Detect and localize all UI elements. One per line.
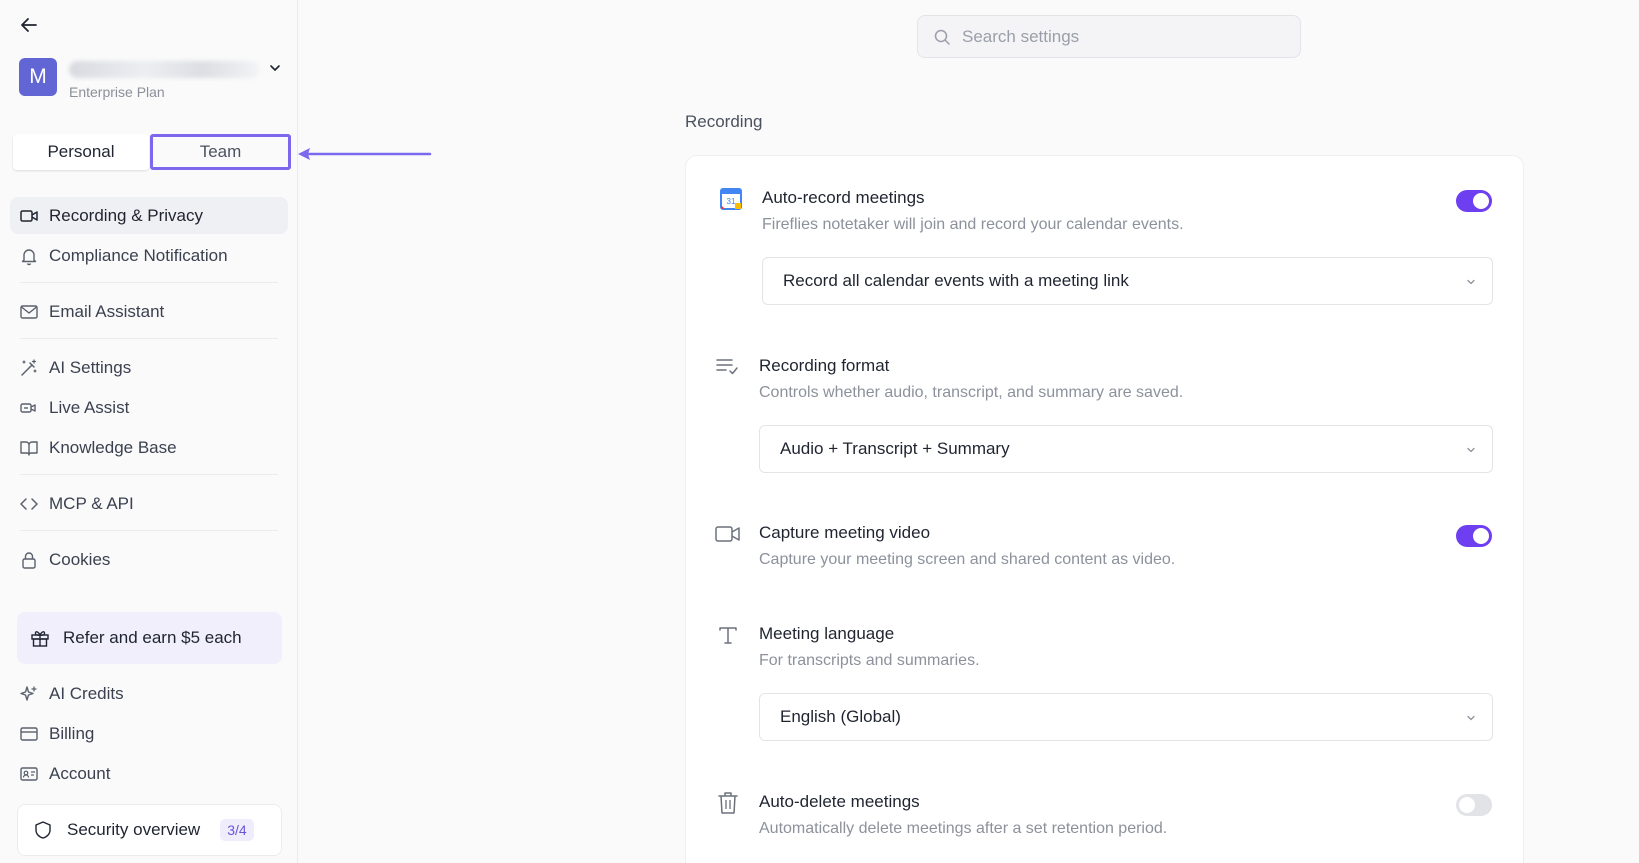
setting-desc: Capture your meeting screen and shared c… [759,551,1176,568]
nav-label: Billing [49,723,95,743]
sparkle-icon [19,684,39,704]
nav-label: Account [49,763,111,783]
id-card-icon [19,764,39,784]
back-button[interactable] [18,14,40,36]
nav-item-live-assist[interactable]: Live Assist [10,389,288,426]
sidebar: M Enterprise Plan Personal Team Recordin… [0,0,298,863]
live-assist-icon [19,398,39,418]
chevron-down-icon [1467,279,1475,285]
mode-personal-tab[interactable]: Personal [13,134,149,170]
nav-item-compliance[interactable]: Compliance Notification [10,237,288,274]
divider [20,282,278,283]
recording-format-select[interactable]: Audio + Transcript + Summary [759,425,1493,473]
arrow-left-icon [21,18,37,32]
nav-item-ai-settings[interactable]: AI Settings [10,349,288,386]
calendar-icon: 31 [718,186,744,212]
nav-item-email-assistant[interactable]: Email Assistant [10,293,288,330]
book-icon [19,438,39,458]
refer-label: Refer and earn $5 each [63,628,242,647]
setting-title: Auto-record meetings [762,188,925,207]
avatar: M [19,58,57,96]
divider [20,338,278,339]
nav-label: Knowledge Base [49,437,177,457]
nav-label: Live Assist [49,397,130,417]
nav-label: Recording & Privacy [49,205,204,225]
divider [20,474,278,475]
magic-wand-icon [19,358,39,378]
setting-desc: Controls whether audio, transcript, and … [759,384,1184,401]
auto-delete-toggle[interactable] [1456,794,1492,816]
setting-desc: Automatically delete meetings after a se… [759,820,1168,837]
nav-item-cookies[interactable]: Cookies [10,541,288,578]
auto-record-select[interactable]: Record all calendar events with a meetin… [762,257,1493,305]
gift-icon [29,627,51,649]
mode-switch: Personal Team [11,132,291,172]
lock-icon [19,550,39,570]
mail-icon [19,302,39,322]
capture-video-toggle[interactable] [1456,525,1492,547]
nav-item-account[interactable]: Account [10,755,288,792]
meeting-language-select[interactable]: English (Global) [759,693,1493,741]
video-camera-icon [19,206,39,226]
search-icon [932,27,952,47]
credit-card-icon [19,724,39,744]
nav-label: Email Assistant [49,301,165,321]
calendar-icon-text: 31 [727,197,736,206]
divider [20,530,278,531]
security-label: Security overview [67,820,201,839]
setting-title: Auto-delete meetings [759,792,920,811]
nav-label: Cookies [49,549,111,569]
nav-item-mcp-api[interactable]: MCP & API [10,485,288,522]
mode-team-tab[interactable]: Team [150,134,291,170]
chevron-down-icon [1467,447,1475,453]
nav-item-ai-credits[interactable]: AI Credits [10,675,288,712]
nav-item-knowledge-base[interactable]: Knowledge Base [10,429,288,466]
setting-title: Capture meeting video [759,523,931,542]
code-icon [19,494,39,514]
shield-icon [32,819,54,841]
video-camera-icon [715,521,741,547]
chevron-down-icon [1467,715,1475,721]
security-overview[interactable]: Security overview 3/4 [17,804,282,856]
auto-record-toggle[interactable] [1456,190,1492,212]
settings-nav-bottom: AI Credits Billing Account [10,675,288,795]
search-input[interactable] [962,26,1282,47]
select-value: English (Global) [780,707,901,726]
toggle-knob [1473,193,1489,209]
chevron-down-icon[interactable] [267,60,283,76]
nav-label: AI Settings [49,357,132,377]
annotation-arrow-icon [298,148,432,160]
nav-item-recording-privacy[interactable]: Recording & Privacy [10,197,288,234]
nav-label: MCP & API [49,493,134,513]
section-title: Recording [685,112,763,131]
bell-icon [19,246,39,266]
trash-icon [715,790,741,816]
account-name-redacted [69,61,259,78]
select-value: Record all calendar events with a meetin… [783,271,1129,290]
nav-label: Compliance Notification [49,245,228,265]
list-check-icon [715,354,741,380]
setting-desc: Fireflies notetaker will join and record… [762,216,1184,233]
settings-nav: Recording & Privacy Compliance Notificat… [10,197,288,581]
toggle-knob [1473,528,1489,544]
text-type-icon [715,622,741,648]
recording-settings-card: 31 Auto-record meetings Fireflies noteta… [685,155,1524,863]
setting-title: Recording format [759,356,890,375]
search-bar [917,15,1301,58]
account-switcher[interactable]: M Enterprise Plan [19,58,287,102]
nav-label: AI Credits [49,683,124,703]
select-value: Audio + Transcript + Summary [780,439,1010,458]
refer-banner[interactable]: Refer and earn $5 each [17,612,282,664]
account-plan: Enterprise Plan [69,84,165,100]
security-badge: 3/4 [220,819,254,841]
nav-item-billing[interactable]: Billing [10,715,288,752]
setting-title: Meeting language [759,624,895,643]
toggle-knob [1459,797,1475,813]
setting-desc: For transcripts and summaries. [759,652,980,669]
